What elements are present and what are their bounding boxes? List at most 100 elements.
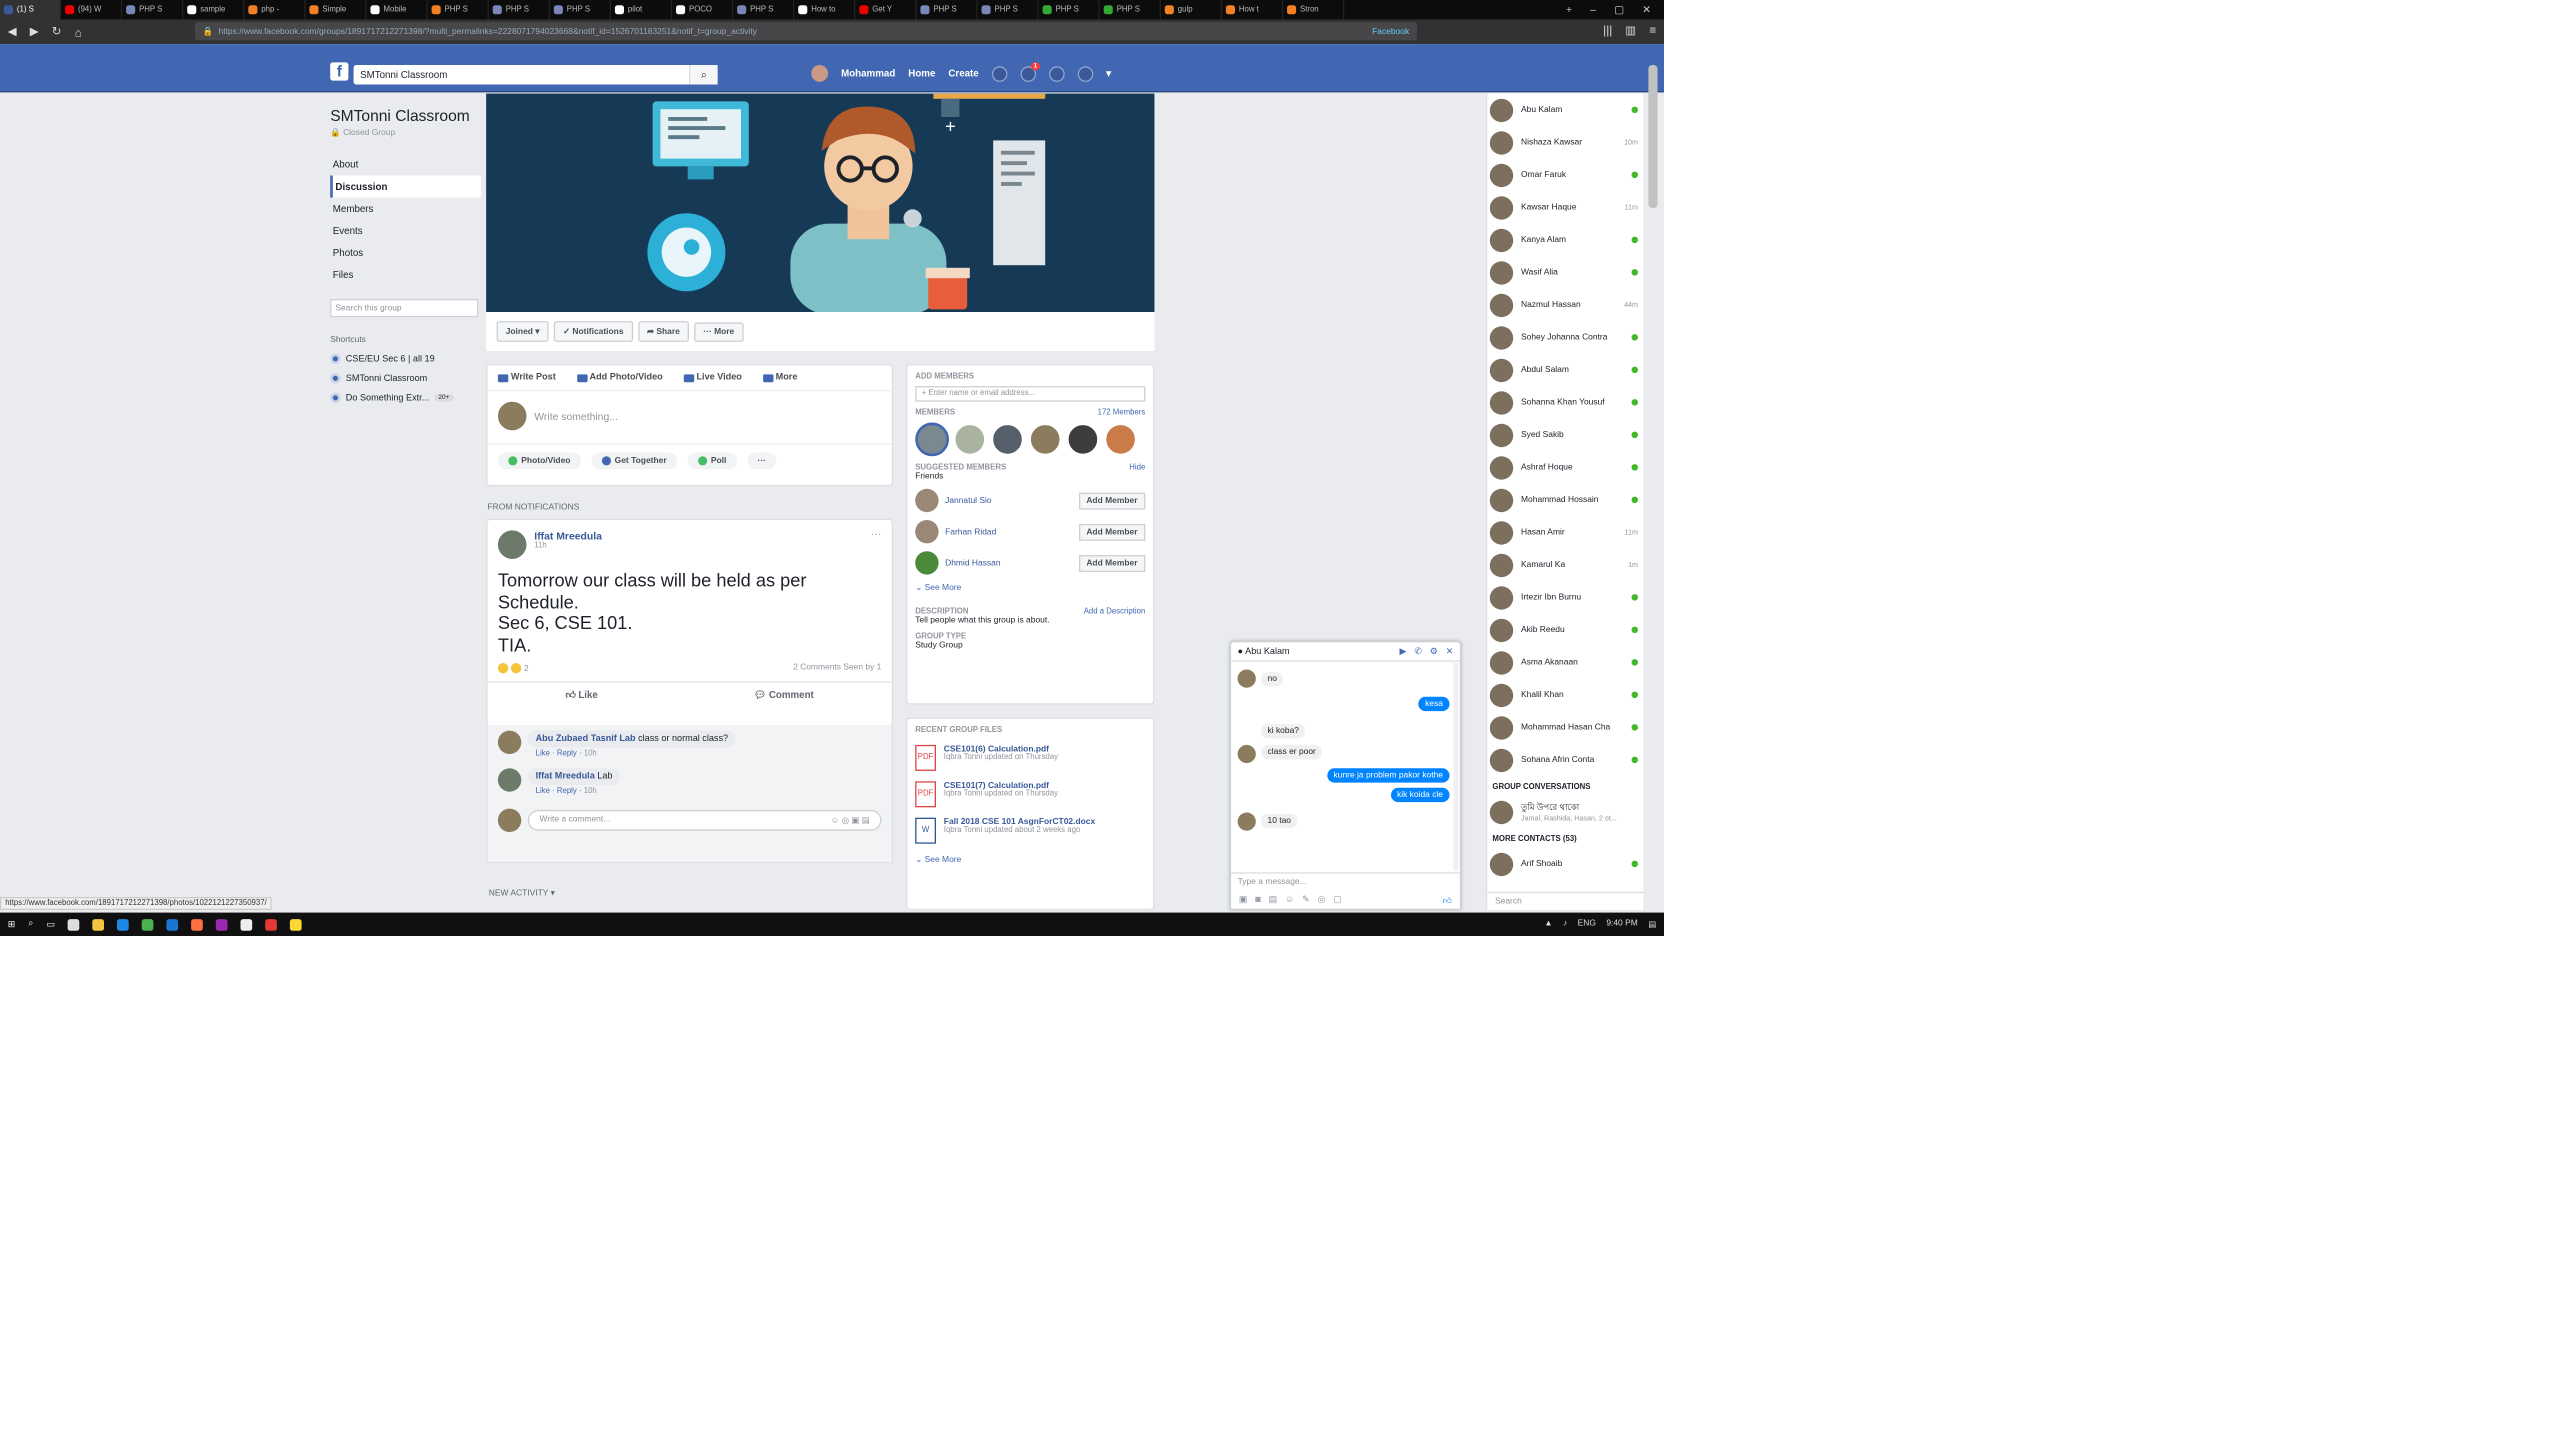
more-button[interactable]: ··· More <box>694 321 744 342</box>
avatar[interactable] <box>915 422 949 457</box>
task-view-icon[interactable]: ▭ <box>47 919 56 929</box>
comment-reply-link[interactable]: Reply <box>557 788 577 796</box>
contact-item[interactable]: Kamarul Ka 1m <box>1487 549 1643 582</box>
browser-tab[interactable]: PHP S <box>916 0 978 20</box>
close-icon[interactable]: ✕ <box>1642 4 1651 16</box>
facebook-logo-icon[interactable]: f <box>330 62 349 81</box>
contact-item[interactable]: Nishaza Kawsar 10m <box>1487 126 1643 158</box>
browser-tab[interactable]: pilot <box>611 0 673 20</box>
url-bar[interactable]: 🔒 https://www.facebook.com/groups/189171… <box>195 22 1417 41</box>
suggested-member-name[interactable]: Jannatul Sio <box>945 496 1072 505</box>
suggested-member-name[interactable]: Dhmid Hassan <box>945 558 1072 567</box>
tab-add-photo[interactable]: Add Photo/Video <box>576 373 663 382</box>
contact-item[interactable]: Sohey Johanna Contra <box>1487 321 1643 354</box>
firefox-icon[interactable] <box>191 918 204 931</box>
language-indicator[interactable]: ENG <box>1578 919 1596 929</box>
library-icon[interactable]: ||| <box>1603 23 1612 37</box>
new-activity-dropdown[interactable]: NEW ACTIVITY ▾ <box>489 888 555 898</box>
browser-tab[interactable]: (94) W <box>61 0 123 20</box>
group-cover-photo[interactable]: + <box>486 93 1155 312</box>
phone-icon[interactable]: ✆ <box>1414 646 1422 656</box>
group-nav-about[interactable]: About <box>330 153 481 175</box>
contact-item[interactable]: Sohana Afrin Conta <box>1487 744 1643 777</box>
see-more-link[interactable]: ⌄ See More <box>915 582 1145 593</box>
forward-icon[interactable]: ▶ <box>30 25 39 39</box>
contact-item[interactable]: Abdul Salam <box>1487 354 1643 387</box>
chat-contact-name[interactable]: ● Abu Kalam <box>1238 647 1290 656</box>
contact-item[interactable]: Sohanna Khan Yousuf <box>1487 386 1643 419</box>
shortcut-item[interactable]: SMTonni Classroom <box>330 373 481 384</box>
avatar[interactable] <box>497 530 527 559</box>
avatar[interactable] <box>497 768 522 792</box>
chat-scrollbar[interactable] <box>1453 663 1459 871</box>
notifications-button[interactable]: ✓ Notifications <box>553 321 633 342</box>
create-link[interactable]: Create <box>948 68 978 80</box>
windows-start-icon[interactable]: ⊞ <box>8 919 16 929</box>
comment-like-link[interactable]: Like <box>536 750 550 758</box>
file-item[interactable]: PDF CSE101(7) Calculation.pdf Iqbra Tonni … <box>915 781 1145 808</box>
facebook-search-input[interactable]: SMTonni Classroom ⌕ <box>353 65 718 85</box>
emoji-icon[interactable]: ☺ <box>1285 895 1294 904</box>
sticker-icon[interactable]: ◙ <box>1255 895 1261 904</box>
shortcut-item[interactable]: Do Something Extr... 20+ <box>330 392 481 403</box>
page-scrollbar[interactable] <box>1648 65 1658 208</box>
browser-tab[interactable]: PHP S <box>550 0 611 20</box>
hide-link[interactable]: Hide <box>1129 464 1145 472</box>
group-nav-discussion[interactable]: Discussion <box>330 175 481 198</box>
contact-item[interactable]: Hasan Amir 11m <box>1487 516 1643 549</box>
action-center-icon[interactable]: ▤ <box>1648 919 1656 929</box>
account-menu-icon[interactable]: ▾ <box>1106 68 1111 80</box>
minimize-icon[interactable]: – <box>1590 4 1596 16</box>
browser-tab[interactable]: How to <box>794 0 856 20</box>
vscode-icon[interactable] <box>166 918 179 931</box>
back-icon[interactable]: ◀ <box>8 25 17 39</box>
see-more-files-link[interactable]: ⌄ See More <box>915 854 1145 864</box>
browser-tab[interactable]: PHP S <box>489 0 550 20</box>
composer-body[interactable]: Write something... <box>487 391 892 445</box>
post-options-icon[interactable]: ··· <box>871 528 881 540</box>
contact-item[interactable]: Nazmul Hassan 44m <box>1487 289 1643 322</box>
new-tab-icon[interactable]: + <box>1566 4 1572 16</box>
app-icon[interactable] <box>265 918 278 931</box>
contact-item[interactable]: Khalil Khan <box>1487 679 1643 712</box>
close-icon[interactable]: ✕ <box>1446 646 1454 656</box>
contact-item[interactable]: Abu Kalam <box>1487 94 1643 127</box>
app-icon[interactable] <box>290 918 303 931</box>
avatar[interactable] <box>1066 422 1100 457</box>
app-icon[interactable] <box>216 918 229 931</box>
gear-icon[interactable]: ⚙ <box>1430 646 1438 656</box>
comment-author[interactable]: Iffat Mreedula <box>536 772 595 781</box>
messenger-icon[interactable]: 1 <box>1020 61 1040 82</box>
chat-message-input[interactable]: Type a message... <box>1231 872 1460 890</box>
group-nav-events[interactable]: Events <box>330 220 481 242</box>
file-item[interactable]: PDF CSE101(6) Calculation.pdf Iqbra Tonni … <box>915 744 1145 771</box>
suggested-member-name[interactable]: Farhan Ridad <box>945 527 1072 536</box>
add-member-input[interactable]: + Enter name or email address... <box>915 386 1146 402</box>
avatar[interactable] <box>915 520 939 544</box>
browser-tab[interactable]: Mobile <box>367 0 428 20</box>
file-name[interactable]: CSE101(6) Calculation.pdf <box>944 745 1058 754</box>
contact-item[interactable]: Mohammad Hossain <box>1487 484 1643 517</box>
group-search-input[interactable]: Search this group <box>330 299 479 318</box>
gif-icon[interactable]: ▤ <box>1269 894 1278 905</box>
file-name[interactable]: CSE101(7) Calculation.pdf <box>944 781 1058 790</box>
avatar[interactable] <box>1103 422 1138 457</box>
browser-tab[interactable]: PHP S <box>978 0 1039 20</box>
more-options-button[interactable]: ··· <box>747 452 777 470</box>
add-member-button[interactable]: Add Member <box>1078 554 1146 572</box>
volume-icon[interactable]: ♪ <box>1563 919 1567 929</box>
browser-tab[interactable]: PHP S <box>733 0 795 20</box>
comment-reply-link[interactable]: Reply <box>557 750 577 758</box>
avatar[interactable] <box>915 488 939 513</box>
game-icon[interactable]: ▢ <box>1333 894 1342 905</box>
avatar[interactable] <box>497 730 522 754</box>
photo-icon[interactable]: ▣ <box>1239 894 1248 905</box>
poll-button[interactable]: Poll <box>687 452 737 470</box>
group-nav-members[interactable]: Members <box>330 198 481 220</box>
thumbs-up-icon[interactable]: 👍︎ <box>1443 894 1453 905</box>
group-conversation-item[interactable]: তুমি উপরে থাকো Jamal, Rashida, Hasan, 2 o… <box>1487 796 1643 829</box>
home-link[interactable]: Home <box>908 68 935 80</box>
contact-item[interactable]: Irtezir Ibn Burnu <box>1487 581 1643 614</box>
browser-tab[interactable]: (1) S <box>0 0 62 20</box>
browser-tab[interactable]: sample <box>183 0 245 20</box>
